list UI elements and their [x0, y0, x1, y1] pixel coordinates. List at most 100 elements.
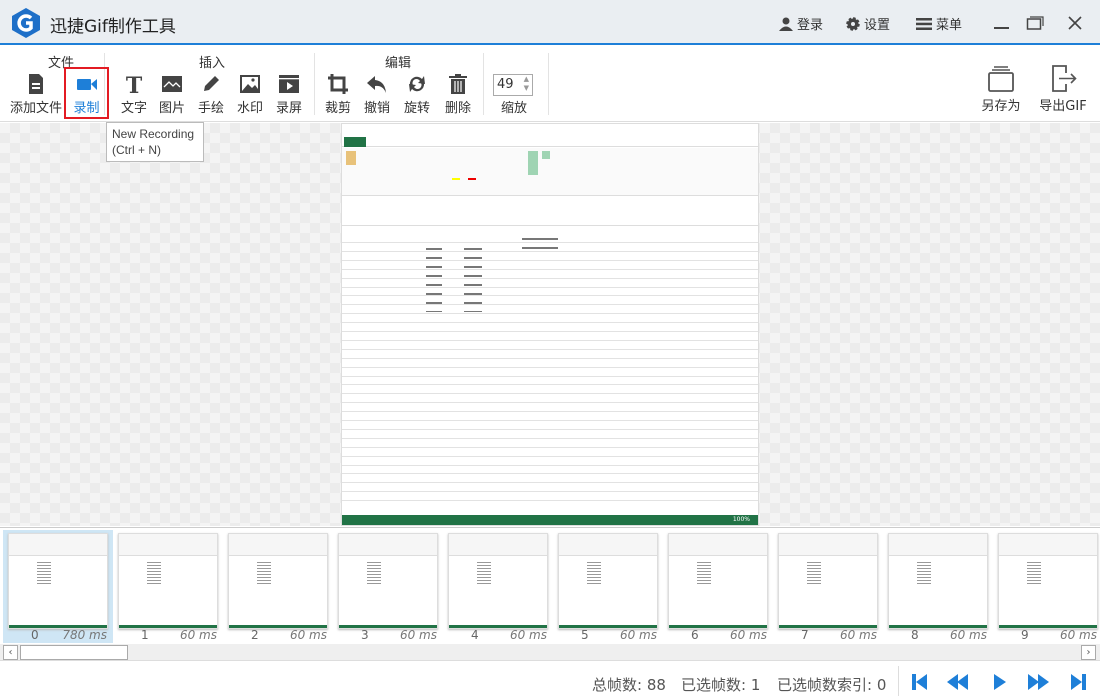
frame-duration[interactable]: 60 ms [510, 628, 547, 642]
delete-label: 删除 [444, 101, 471, 116]
divider [548, 53, 549, 115]
frame-image [558, 533, 658, 629]
frame-thumbnail[interactable]: 9 60 ms [993, 530, 1100, 643]
screen-record-button[interactable]: 录屏 [269, 73, 309, 117]
maximize-button[interactable] [1020, 10, 1050, 36]
rotate-label: 旋转 [403, 101, 430, 116]
first-frame-icon[interactable] [908, 671, 932, 693]
export-gif-label: 导出GIF [1039, 99, 1087, 114]
text-label: 文字 [120, 101, 147, 116]
play-icon[interactable] [988, 671, 1012, 693]
stepper-arrows-icon[interactable]: ▲ ▼ [524, 75, 529, 93]
undo-button[interactable]: 撤销 [357, 73, 397, 117]
group-label-edit: 编辑 [385, 56, 412, 71]
grid-line [342, 384, 758, 386]
frame-duration[interactable]: 60 ms [1060, 628, 1097, 642]
cell-content [522, 238, 558, 250]
grid-line [342, 304, 758, 306]
excel-status-bar: 100% [342, 515, 758, 525]
title-bar: 迅捷Gif制作工具 登录 设置 菜单 [0, 0, 1100, 45]
close-button[interactable] [1060, 10, 1090, 36]
watermark-icon [240, 75, 260, 93]
login-button[interactable]: 登录 [779, 14, 823, 33]
frame-preview-image: 100% [341, 123, 759, 526]
grid-line [342, 313, 758, 315]
frame-thumbnail[interactable]: 6 60 ms [663, 530, 773, 643]
export-gif-button[interactable]: 导出GIF [1037, 63, 1089, 117]
frame-index: 8 [911, 628, 919, 642]
frame-image [888, 533, 988, 629]
frame-image [778, 533, 878, 629]
record-label: 录制 [73, 101, 100, 116]
frame-duration[interactable]: 60 ms [950, 628, 987, 642]
grid-line [342, 268, 758, 270]
excel-formula-bar [342, 196, 758, 226]
frame-image [338, 533, 438, 629]
frame-duration[interactable]: 60 ms [620, 628, 657, 642]
last-frame-icon[interactable] [1066, 671, 1090, 693]
image-button[interactable]: 图片 [152, 73, 192, 117]
zoom-stepper[interactable]: 49 ▲ ▼ [493, 74, 533, 96]
excel-ribbon [342, 148, 758, 196]
draw-button[interactable]: 手绘 [191, 73, 231, 117]
rotate-button[interactable]: 旋转 [397, 73, 437, 117]
frame-thumbnail[interactable]: 2 60 ms [223, 530, 333, 643]
grid-line [342, 250, 758, 252]
user-icon [779, 17, 793, 31]
hamburger-icon [916, 17, 932, 30]
divider [898, 666, 899, 696]
frame-thumbnail[interactable]: 3 60 ms [333, 530, 443, 643]
frame-thumbnail[interactable]: 7 60 ms [773, 530, 883, 643]
frame-duration[interactable]: 60 ms [290, 628, 327, 642]
frame-thumbnail[interactable]: 4 60 ms [443, 530, 553, 643]
record-button[interactable]: 录制 [64, 67, 109, 119]
scroll-left-button[interactable]: ‹ [3, 645, 18, 660]
export-icon [1052, 65, 1077, 92]
grid-line [342, 259, 758, 261]
svg-text:T: T [126, 73, 143, 95]
menu-button[interactable]: 菜单 [916, 14, 962, 33]
scroll-right-button[interactable]: › [1081, 645, 1096, 660]
group-label-insert: 插入 [199, 56, 226, 71]
frame-index: 6 [691, 628, 699, 642]
frame-thumbnail[interactable]: 1 60 ms [113, 530, 223, 643]
grid-line [342, 482, 758, 484]
frame-thumbnail[interactable]: 5 60 ms [553, 530, 663, 643]
next-frame-icon[interactable] [1026, 671, 1050, 693]
divider [314, 53, 315, 115]
save-as-label: 另存为 [981, 99, 1021, 114]
save-as-button[interactable]: 另存为 [978, 63, 1024, 117]
excel-grid [342, 234, 758, 504]
previous-frame-icon[interactable] [946, 671, 970, 693]
text-button[interactable]: T 文字 [114, 73, 154, 117]
scrollbar-thumb[interactable] [20, 645, 128, 660]
frame-duration[interactable]: 60 ms [840, 628, 877, 642]
add-file-button[interactable]: 添加文件 [8, 73, 64, 117]
crop-button[interactable]: 裁剪 [318, 73, 358, 117]
frame-index: 2 [251, 628, 259, 642]
frame-thumbnail[interactable]: 8 60 ms [883, 530, 993, 643]
settings-button[interactable]: 设置 [846, 14, 890, 33]
delete-button[interactable]: 删除 [438, 73, 478, 117]
frame-index: 4 [471, 628, 479, 642]
frame-duration[interactable]: 60 ms [180, 628, 217, 642]
frame-duration[interactable]: 780 ms [62, 628, 107, 642]
frame-index: 5 [581, 628, 589, 642]
text-icon: T [126, 73, 143, 95]
grid-line [342, 473, 758, 475]
minimize-button[interactable] [986, 10, 1016, 36]
frame-index: 1 [141, 628, 149, 642]
frame-duration[interactable]: 60 ms [400, 628, 437, 642]
frame-index: 3 [361, 628, 369, 642]
cell-content [464, 248, 482, 312]
frame-index: 7 [801, 628, 809, 642]
watermark-button[interactable]: 水印 [230, 73, 270, 117]
rotate-icon [409, 76, 425, 92]
frame-strip-scrollbar[interactable]: ‹ › [0, 644, 1100, 661]
frame-thumbnail[interactable]: 0 780 ms [3, 530, 113, 643]
grid-line [342, 331, 758, 332]
grid-line [342, 339, 758, 341]
minimize-icon [994, 27, 1009, 29]
frame-duration[interactable]: 60 ms [730, 628, 767, 642]
settings-label: 设置 [864, 18, 891, 33]
